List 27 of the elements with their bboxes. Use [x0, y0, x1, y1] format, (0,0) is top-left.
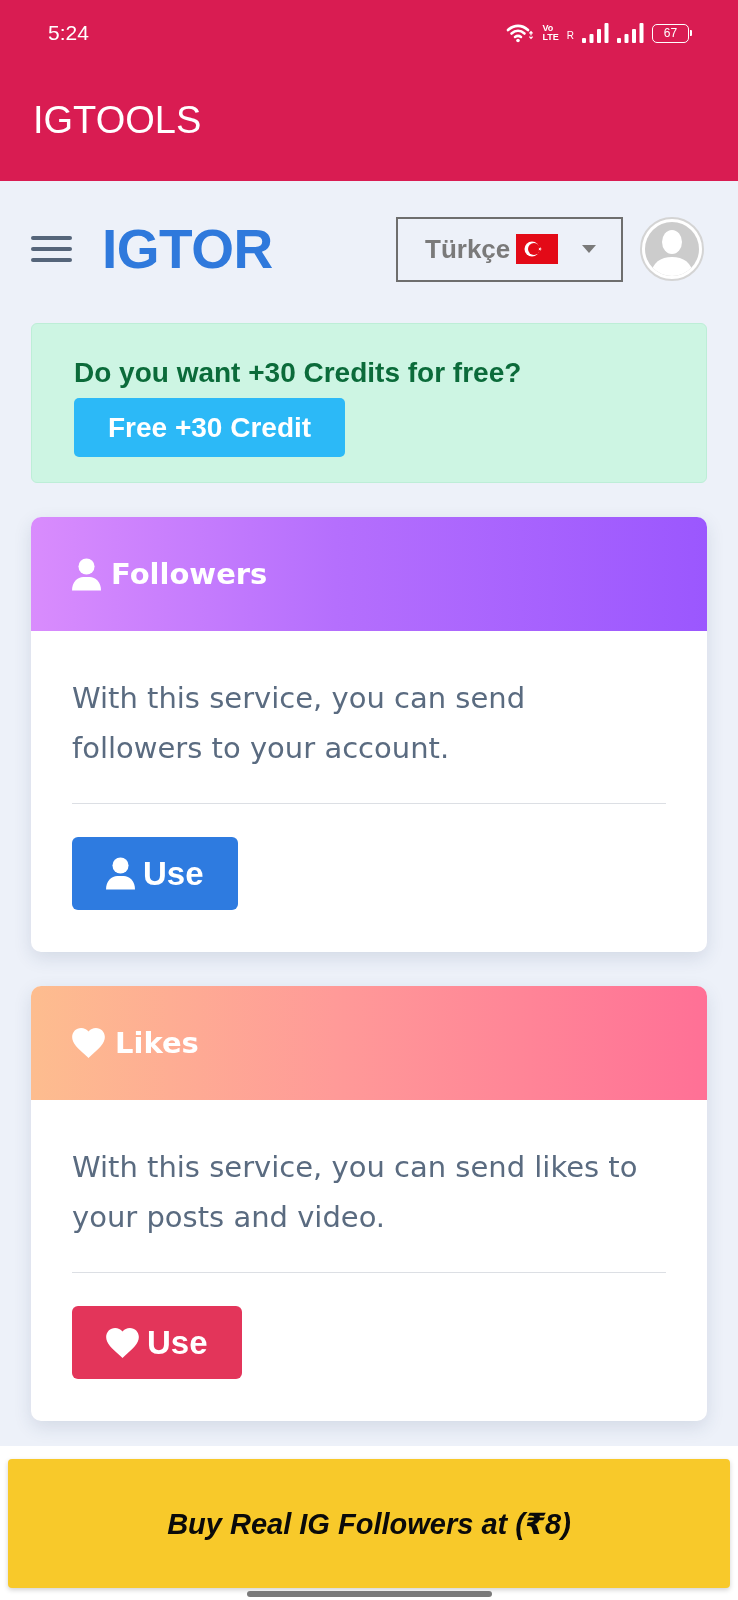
heart-icon [106, 1327, 139, 1358]
person-icon [106, 857, 135, 890]
card-title: Followers [111, 556, 268, 593]
wifi-icon [506, 23, 535, 43]
battery-indicator: 67 [652, 23, 689, 43]
caret-icon [582, 245, 597, 253]
site-logo: IGTOR [102, 219, 273, 279]
roaming-label: R [566, 31, 574, 41]
service-description: With this service, you can send followers to your account. [72, 680, 527, 767]
signal-icon [582, 23, 609, 43]
menu-icon[interactable] [31, 236, 72, 262]
flag-icon [516, 234, 559, 264]
app-title: IGTOOLS [33, 97, 202, 142]
buy-followers-banner[interactable]: Buy Real IG Followers at (₹8) [8, 1459, 730, 1588]
signal-icon [617, 23, 644, 43]
language-dropdown[interactable]: Türkçe [396, 216, 623, 282]
network-type-label: Vo [542, 24, 554, 33]
service-description: With this service, you can send likes to your posts and video. [72, 1149, 639, 1236]
promo-title: Do you want +30 Credits for free? [74, 356, 522, 390]
free-credit-button[interactable]: Free +30 Credit [74, 398, 346, 457]
use-button[interactable]: Use [72, 837, 238, 910]
use-button[interactable]: Use [72, 1306, 242, 1379]
card-title: Likes [115, 1025, 199, 1062]
heart-icon [72, 1028, 105, 1058]
person-icon [72, 557, 101, 591]
network-type-label: LTE [542, 33, 559, 42]
status-time: 5:24 [48, 20, 89, 46]
